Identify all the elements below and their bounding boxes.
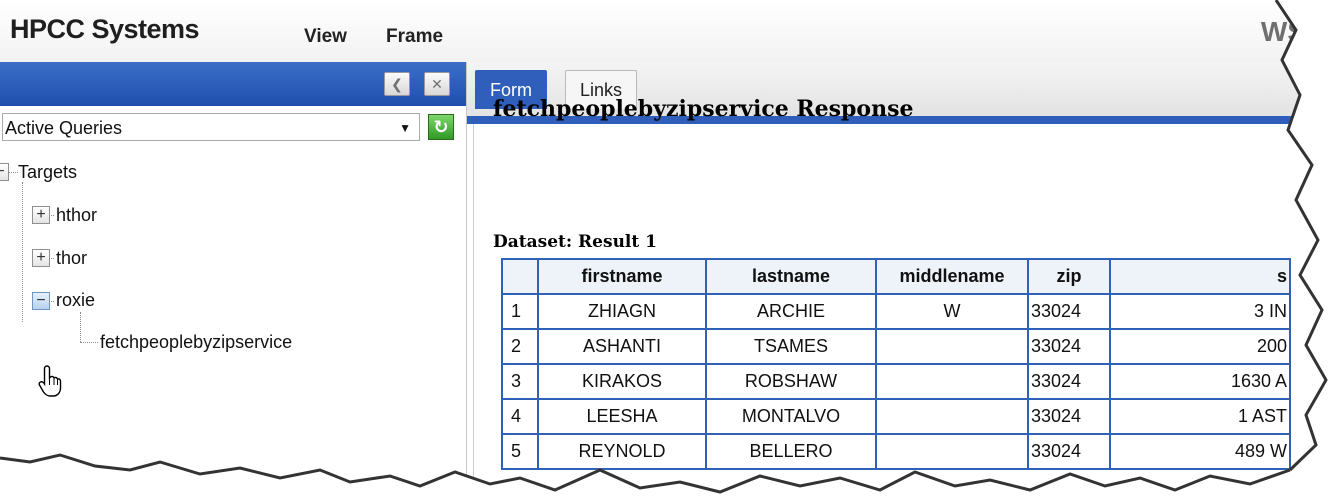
- cell-firstname: LEESHA: [537, 398, 707, 435]
- tree-node-fetchpeoplebyzipservice[interactable]: fetchpeoplebyzipservice: [100, 332, 292, 353]
- cell-zip: 33024: [1027, 398, 1111, 435]
- tree-expand-hthor-icon[interactable]: +: [32, 206, 50, 224]
- cell-lastname: BELLERO: [705, 433, 877, 470]
- cell-index: 2: [501, 328, 539, 365]
- cell-middlename: [875, 328, 1029, 365]
- column-header-street: s: [1109, 258, 1291, 295]
- ws-title: WS: [1260, 16, 1306, 47]
- menu-frame[interactable]: Frame: [386, 26, 443, 48]
- cell-firstname: KIRAKOS: [537, 363, 707, 400]
- query-type-select-value: Active Queries: [5, 118, 123, 138]
- cell-lastname: MONTALVO: [705, 398, 877, 435]
- cell-street: 200: [1109, 328, 1291, 365]
- cell-lastname: ARCHIE: [705, 293, 877, 330]
- tree-connector: [80, 312, 81, 342]
- tree-connector: [22, 182, 23, 322]
- table-row: 4 LEESHA MONTALVO 33024 1 AST: [501, 398, 1291, 435]
- tree-node-hthor[interactable]: hthor: [56, 205, 97, 226]
- tree-collapse-targets-icon[interactable]: −: [0, 163, 9, 181]
- cell-middlename: W: [875, 293, 1029, 330]
- tree-connector: [80, 342, 98, 343]
- collapse-icon[interactable]: ❮: [384, 72, 410, 96]
- cell-lastname: TSAMES: [705, 328, 877, 365]
- cell-firstname: ASHANTI: [537, 328, 707, 365]
- cell-index: 4: [501, 398, 539, 435]
- tree-expand-thor-icon[interactable]: +: [32, 249, 50, 267]
- cell-zip: 33024: [1027, 293, 1111, 330]
- menu-view[interactable]: View: [304, 26, 347, 48]
- cell-firstname: ZHIAGN: [537, 293, 707, 330]
- column-header-firstname: firstname: [537, 258, 707, 295]
- tree-node-thor[interactable]: thor: [56, 248, 87, 269]
- response-title: fetchpeoplebyzipservice Response: [493, 96, 914, 122]
- cell-zip: 33024: [1027, 328, 1111, 365]
- cell-index: 5: [501, 433, 539, 470]
- dropdown-arrow-icon[interactable]: ▼: [399, 114, 411, 142]
- dataset-label: Dataset: Result 1: [493, 232, 657, 252]
- cell-index: 3: [501, 363, 539, 400]
- brand-logo: HPCC Systems: [10, 14, 200, 44]
- cell-middlename: [875, 433, 1029, 470]
- table-header-row: firstname lastname middlename zip s: [501, 258, 1291, 295]
- close-icon[interactable]: ✕: [424, 72, 450, 96]
- tree-node-targets[interactable]: Targets: [18, 162, 77, 183]
- column-header-lastname: lastname: [705, 258, 877, 295]
- left-panel-header: ❮ ✕: [0, 62, 466, 106]
- results-table: firstname lastname middlename zip s 1 ZH…: [501, 258, 1291, 470]
- query-tree: − Targets + hthor + thor − roxie fetchpe…: [0, 152, 466, 482]
- tree-collapse-roxie-icon[interactable]: −: [32, 292, 50, 310]
- left-panel: ❮ ✕ Active Queries ▼ ↻ − Targets + hthor…: [0, 62, 467, 500]
- query-type-select[interactable]: Active Queries ▼: [2, 113, 420, 141]
- cell-street: 1630 A: [1109, 363, 1291, 400]
- cell-middlename: [875, 398, 1029, 435]
- column-header-middlename: middlename: [875, 258, 1029, 295]
- cell-street: 3 IN: [1109, 293, 1291, 330]
- cell-zip: 33024: [1027, 433, 1111, 470]
- table-row: 2 ASHANTI TSAMES 33024 200: [501, 328, 1291, 365]
- hand-cursor-icon: [38, 365, 62, 397]
- refresh-icon[interactable]: ↻: [428, 114, 454, 140]
- table-row: 3 KIRAKOS ROBSHAW 33024 1630 A: [501, 363, 1291, 400]
- cell-street: 1 AST: [1109, 398, 1291, 435]
- cell-middlename: [875, 363, 1029, 400]
- table-row: 1 ZHIAGN ARCHIE W 33024 3 IN: [501, 293, 1291, 330]
- cell-index: 1: [501, 293, 539, 330]
- cell-zip: 33024: [1027, 363, 1111, 400]
- column-header-index: [501, 258, 539, 295]
- tree-node-roxie[interactable]: roxie: [56, 290, 95, 311]
- cell-firstname: REYNOLD: [537, 433, 707, 470]
- table-row: 5 REYNOLD BELLERO 33024 489 W: [501, 433, 1291, 470]
- cell-lastname: ROBSHAW: [705, 363, 877, 400]
- column-header-zip: zip: [1027, 258, 1111, 295]
- cell-street: 489 W: [1109, 433, 1291, 470]
- top-bar: HPCC Systems View Frame WS: [0, 0, 1336, 63]
